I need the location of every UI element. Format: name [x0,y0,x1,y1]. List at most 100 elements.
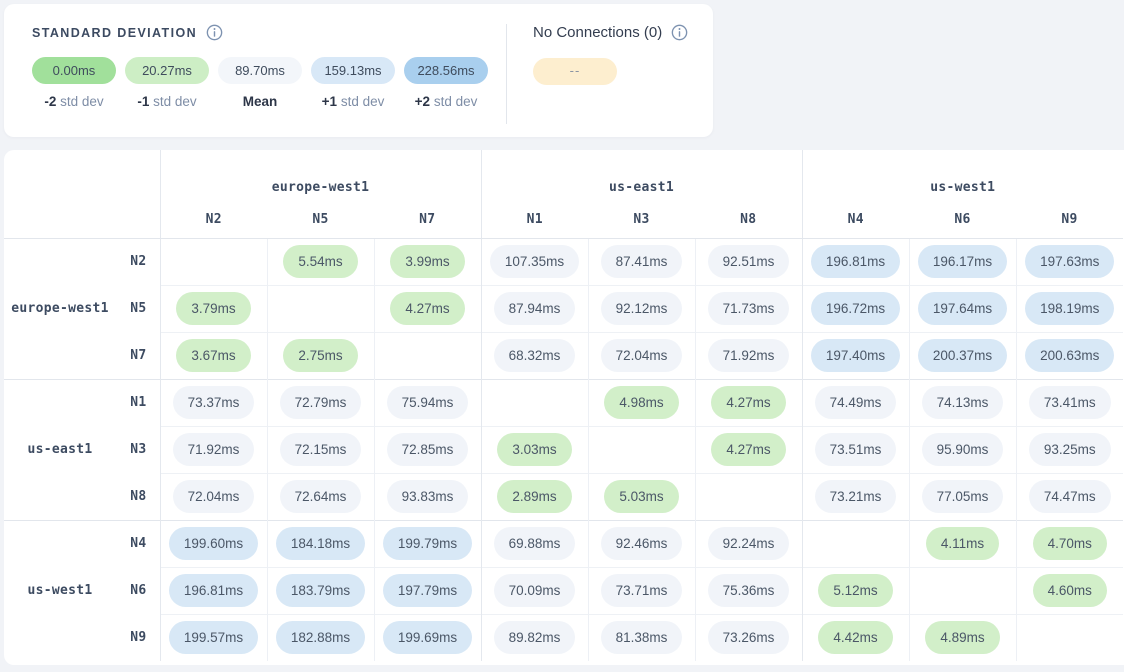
no-connections-title: No Connections (0) [533,24,662,41]
matrix-cell: 196.81ms [802,238,909,285]
info-icon[interactable] [671,24,688,41]
matrix-cell [588,426,695,473]
latency-pill: 199.57ms [169,621,258,654]
matrix-cell [160,238,267,285]
col-node-header: N6 [909,202,1016,238]
latency-pill: 71.92ms [708,339,790,372]
row-region-header: europe-west1 [4,238,116,379]
latency-pill: 5.12ms [818,574,892,607]
matrix-row: N73.67ms2.75ms68.32ms72.04ms71.92ms197.4… [4,332,1123,379]
col-node-header: N1 [481,202,588,238]
latency-pill: 73.51ms [815,433,897,466]
col-node-header: N4 [802,202,909,238]
latency-pill: 72.04ms [173,480,255,513]
matrix-cell: 4.27ms [695,379,802,426]
row-node-header: N6 [116,567,160,614]
matrix-cell: 71.92ms [695,332,802,379]
latency-pill: 68.32ms [494,339,576,372]
latency-pill: 197.40ms [811,339,900,372]
row-node-header: N1 [116,379,160,426]
row-node-header: N8 [116,473,160,520]
matrix-row: N53.79ms4.27ms87.94ms92.12ms71.73ms196.7… [4,285,1123,332]
latency-matrix-card: europe-west1us-east1us-west1N2N5N7N1N3N8… [4,150,1124,665]
row-node-header: N9 [116,614,160,661]
matrix-cell: 197.63ms [1016,238,1123,285]
matrix-cell: 4.27ms [695,426,802,473]
matrix-cell: 73.71ms [588,567,695,614]
latency-pill: 73.26ms [708,621,790,654]
matrix-cell: 3.67ms [160,332,267,379]
legend-card: STANDARD DEVIATION 0.00ms-2 std dev20.27… [4,4,713,137]
latency-pill: 4.27ms [390,292,464,325]
matrix-row: us-west1N4199.60ms184.18ms199.79ms69.88m… [4,520,1123,567]
matrix-corner-cell [4,150,160,238]
latency-pill: 74.47ms [1029,480,1111,513]
matrix-cell: 3.03ms [481,426,588,473]
matrix-cell: 2.89ms [481,473,588,520]
latency-pill: 71.92ms [173,433,255,466]
legend-stop-label: Mean [218,94,302,109]
matrix-cell: 200.37ms [909,332,1016,379]
matrix-cell [909,567,1016,614]
std-dev-stop: 0.00ms-2 std dev [32,57,116,109]
latency-pill: 70.09ms [494,574,576,607]
no-connections-legend: No Connections (0) -- [533,24,688,137]
legend-pill: 89.70ms [218,57,302,84]
matrix-cell [267,285,374,332]
latency-pill: 196.81ms [169,574,258,607]
latency-pill: 182.88ms [276,621,365,654]
matrix-cell: 197.79ms [374,567,481,614]
matrix-row: N371.92ms72.15ms72.85ms3.03ms4.27ms73.51… [4,426,1123,473]
latency-pill: 196.81ms [811,245,900,278]
latency-pill: 92.46ms [601,527,683,560]
latency-pill: 3.67ms [176,339,250,372]
col-node-header: N5 [267,202,374,238]
col-node-header: N9 [1016,202,1123,238]
latency-pill: 4.27ms [711,386,785,419]
std-dev-stops: 0.00ms-2 std dev 20.27ms -1 std dev 89.70ms… [32,57,488,109]
latency-pill: 71.73ms [708,292,790,325]
matrix-cell: 73.51ms [802,426,909,473]
matrix-cell: 72.04ms [160,473,267,520]
legend-pill: 20.27ms [125,57,209,84]
matrix-cell: 68.32ms [481,332,588,379]
latency-pill: 72.15ms [280,433,362,466]
latency-pill: 69.88ms [494,527,576,560]
latency-pill: 87.41ms [601,245,683,278]
latency-pill: 73.21ms [815,480,897,513]
info-icon[interactable] [206,24,223,41]
matrix-cell: 72.04ms [588,332,695,379]
legend-pill: 228.56ms [404,57,488,84]
std-dev-stop: 89.70ms Mean [218,57,302,109]
matrix-cell: 71.73ms [695,285,802,332]
row-node-header: N3 [116,426,160,473]
col-region-header: us-west1 [802,150,1123,202]
matrix-cell: 92.24ms [695,520,802,567]
latency-pill: 4.89ms [925,621,999,654]
row-node-header: N5 [116,285,160,332]
legend-stop-label: -1 std dev [125,94,209,109]
matrix-cell: 73.37ms [160,379,267,426]
std-dev-stop: 20.27ms -1 std dev [125,57,209,109]
latency-pill: 92.12ms [601,292,683,325]
matrix-cell: 87.41ms [588,238,695,285]
matrix-cell: 5.54ms [267,238,374,285]
matrix-cell: 92.51ms [695,238,802,285]
latency-pill: 4.42ms [818,621,892,654]
latency-pill: 95.90ms [922,433,1004,466]
latency-pill: 89.82ms [494,621,576,654]
std-dev-stop: 159.13ms+1 std dev [311,57,395,109]
legend-pill: 0.00ms [32,57,116,84]
matrix-row: N872.04ms72.64ms93.83ms2.89ms5.03ms73.21… [4,473,1123,520]
matrix-cell: 199.57ms [160,614,267,661]
col-node-header: N7 [374,202,481,238]
matrix-cell: 199.60ms [160,520,267,567]
row-node-header: N4 [116,520,160,567]
latency-pill: 3.99ms [390,245,464,278]
matrix-cell: 73.21ms [802,473,909,520]
matrix-cell [374,332,481,379]
latency-pill: 72.64ms [280,480,362,513]
matrix-cell: 5.03ms [588,473,695,520]
matrix-cell [481,379,588,426]
latency-pill: 2.75ms [283,339,357,372]
